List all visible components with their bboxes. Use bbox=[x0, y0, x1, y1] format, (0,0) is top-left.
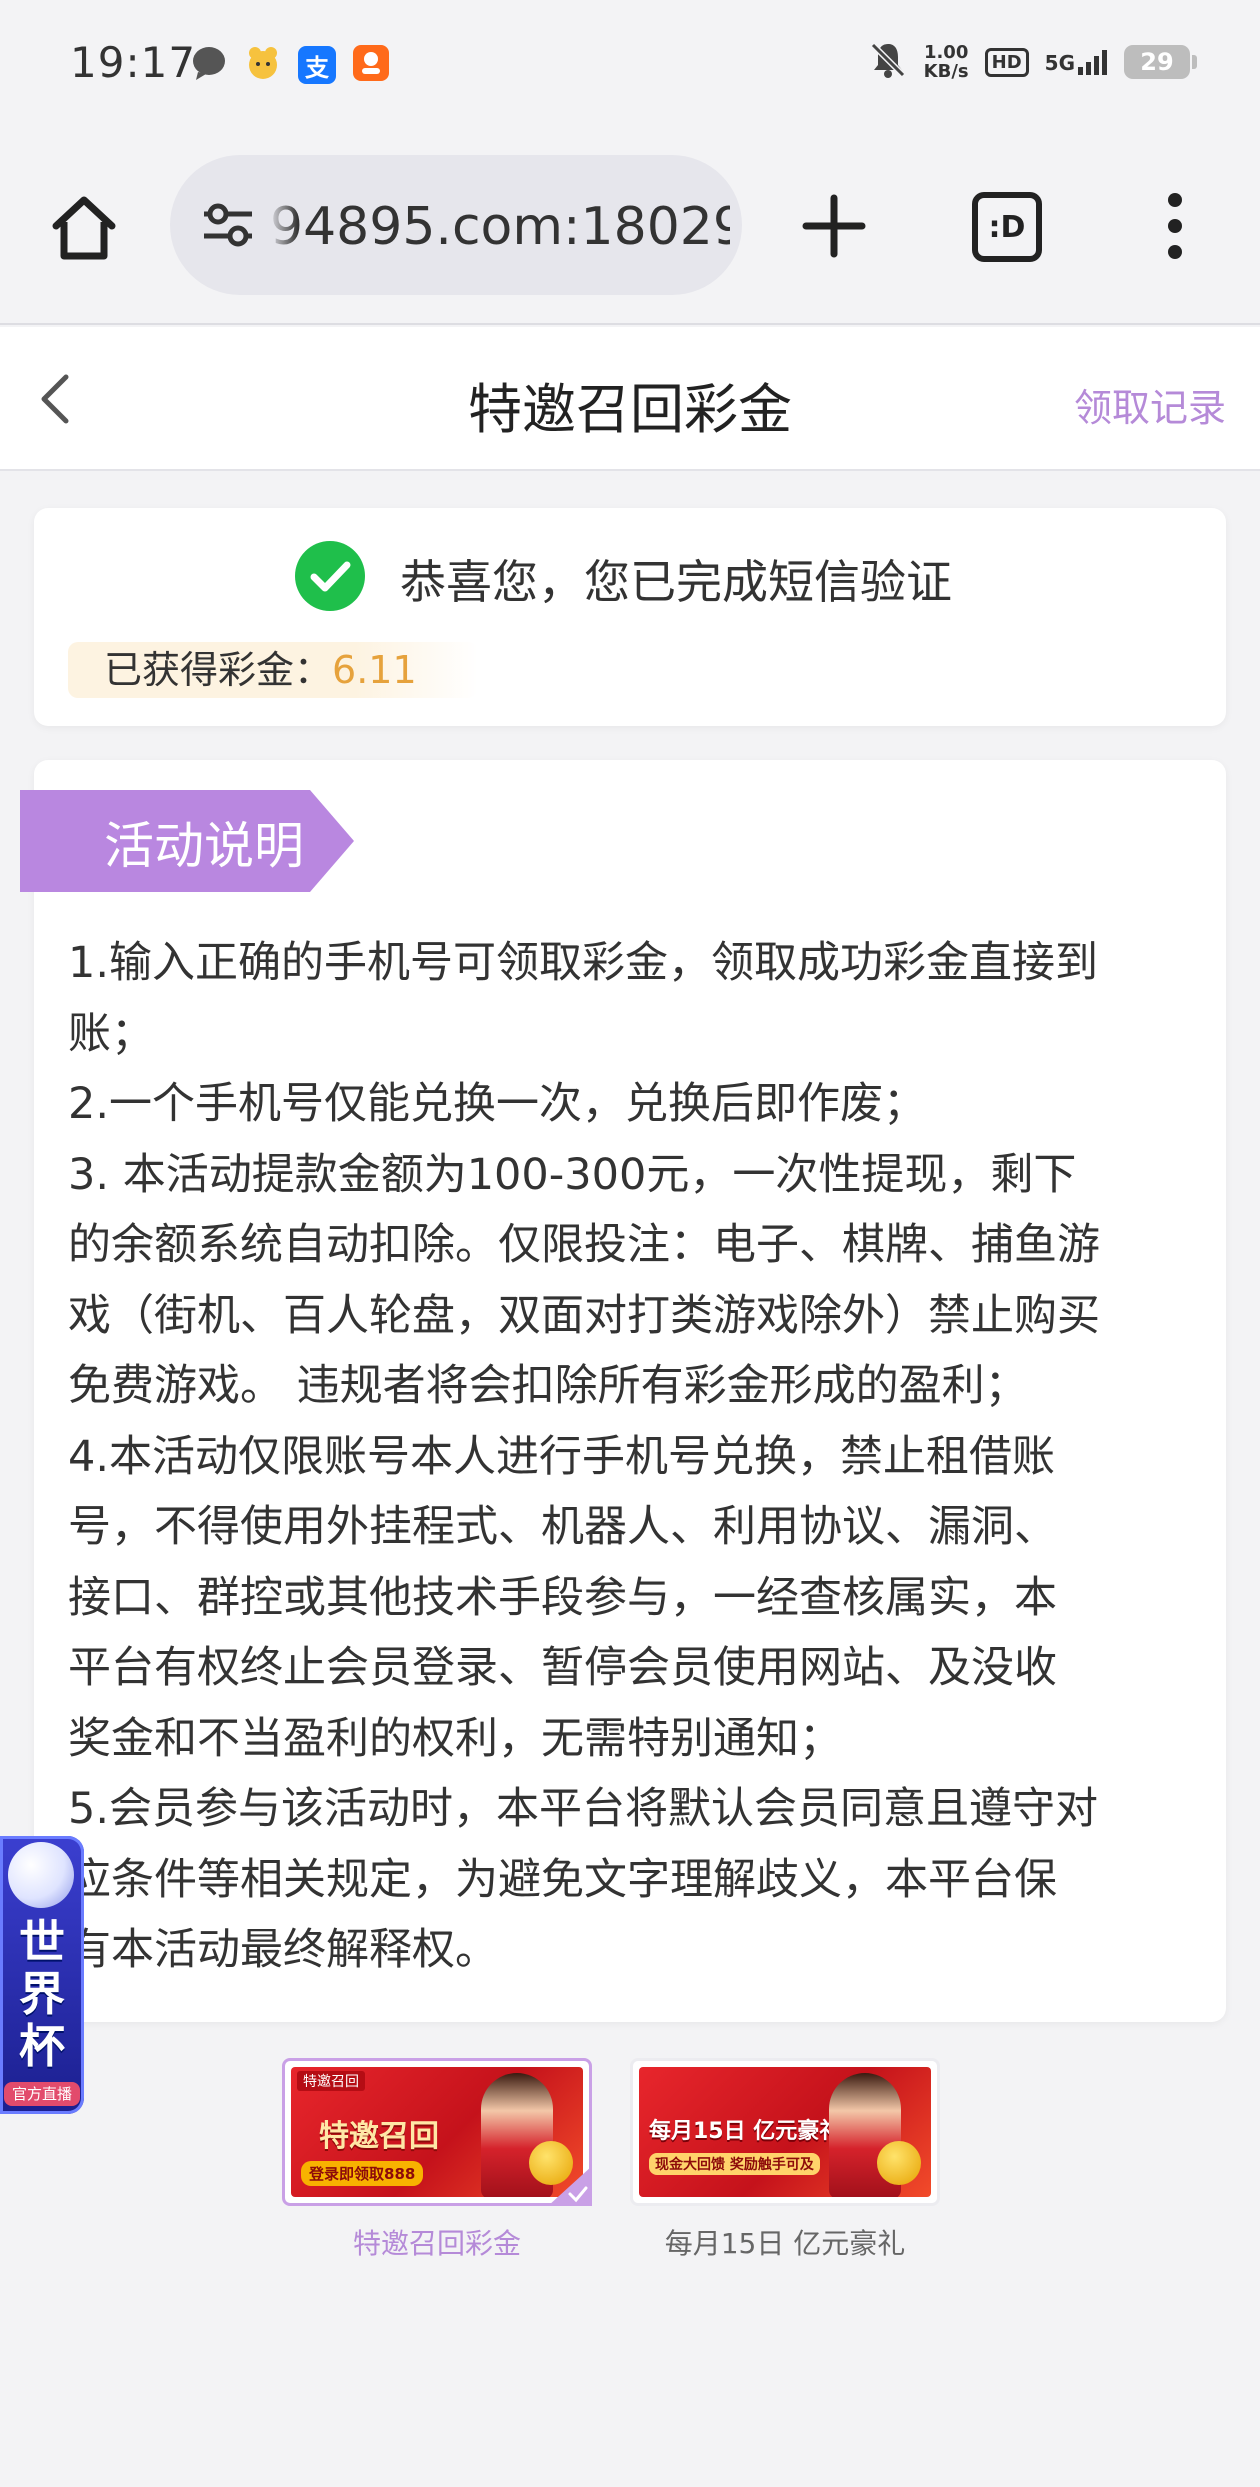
browser-menu-button[interactable] bbox=[1160, 190, 1190, 262]
message-icon bbox=[190, 44, 228, 86]
status-time: 19:17 bbox=[70, 38, 197, 87]
activity-rules: 1.输入正确的手机号可领取彩金，领取成功彩金直接到 账； 2.一个手机号仅能兑换… bbox=[68, 928, 1218, 1986]
hd-badge: HD bbox=[984, 47, 1029, 77]
banner-caption: 特邀召回彩金 bbox=[352, 2227, 521, 2260]
rule-line: 接口、群控或其他技术手段参与，一经查核属实，本 bbox=[68, 1572, 1057, 1623]
rule-line: 账； bbox=[68, 1008, 154, 1059]
banner-caption: 每月15日 亿元豪礼 bbox=[664, 2227, 906, 2260]
url-text[interactable]: 94895.com:18029 bbox=[270, 197, 730, 257]
alipay-icon: 支 bbox=[298, 46, 336, 84]
selected-check-icon bbox=[548, 2166, 592, 2206]
rule-line: 2.一个手机号仅能兑换一次，兑换后即作废； bbox=[68, 1079, 927, 1129]
net-speed-unit: KB/s bbox=[923, 61, 969, 82]
claim-records-link[interactable]: 领取记录 bbox=[1074, 377, 1226, 432]
plus-icon bbox=[802, 194, 866, 258]
rule-line: 的余额系统自动扣除。仅限投注：电子、棋牌、捕鱼游 bbox=[68, 1220, 1100, 1270]
rule-line: 号，不得使用外挂程式、机器人、利用协议、漏洞、 bbox=[68, 1502, 1057, 1552]
activity-tag-label: 活动说明 bbox=[104, 817, 304, 875]
banner-frame: 每月15日 亿元豪礼 现金大回馈 奖励触手可及 bbox=[630, 2058, 940, 2206]
bear-app-icon bbox=[244, 44, 282, 86]
rule-line: 4.本活动仅限账号本人进行手机号兑换，禁止租借账 bbox=[68, 1431, 1056, 1482]
rule-line: 应条件等相关规定，为避免文字理解歧义，本平台保 bbox=[68, 1854, 1057, 1905]
rule-line: 有本活动最终解释权。 bbox=[68, 1925, 498, 1975]
activity-description-card: 活动说明 1.输入正确的手机号可领取彩金，领取成功彩金直接到 账； 2.一个手机… bbox=[20, 760, 1226, 2022]
banner-monthly-gift[interactable]: 每月15日 亿元豪礼 现金大回馈 奖励触手可及 每月15日 亿元豪礼 bbox=[630, 2058, 940, 2262]
bonus-label: 已获得彩金： bbox=[104, 648, 333, 692]
world-cup-float-button[interactable]: 世界杯 官方直播 bbox=[0, 1836, 84, 2114]
soccer-ball-icon bbox=[8, 1842, 74, 1908]
mute-icon bbox=[868, 40, 908, 84]
rule-line: 戏（街机、百人轮盘，双面对打类游戏除外）禁止购买 bbox=[68, 1290, 1100, 1341]
bonus-value: 6.11 bbox=[332, 648, 417, 692]
more-vertical-icon bbox=[1168, 193, 1182, 259]
new-tab-button[interactable] bbox=[800, 192, 868, 260]
banner-title: 每月15日 亿元豪礼 bbox=[649, 2119, 842, 2144]
status-right: 1.00 KB/s HD 5G 29 bbox=[868, 40, 1197, 84]
verification-success-card: 恭喜您，您已完成短信验证 已获得彩金：6.11 bbox=[34, 508, 1226, 726]
browser-toolbar: 94895.com:18029 :D bbox=[0, 130, 1260, 325]
signal-icon: 5G bbox=[1045, 49, 1108, 75]
rule-line: 免费游戏。 违规者将会扣除所有彩金形成的盈利； bbox=[68, 1361, 1028, 1411]
battery-icon: 29 bbox=[1124, 45, 1197, 79]
tab-switcher-glyph: :D bbox=[988, 209, 1026, 245]
tab-switcher-button[interactable]: :D bbox=[972, 192, 1042, 262]
banner-subtitle: 登录即领取888 bbox=[301, 2161, 424, 2186]
banner-subtitle: 现金大回馈 奖励触手可及 bbox=[649, 2153, 820, 2175]
banner-image: 特邀召回 特邀召回 登录即领取888 bbox=[291, 2067, 583, 2197]
alipay-glyph: 支 bbox=[305, 53, 329, 82]
banner-tag: 特邀召回 bbox=[297, 2071, 365, 2091]
battery-level: 29 bbox=[1140, 48, 1174, 76]
bonus-amount-badge: 已获得彩金：6.11 bbox=[68, 642, 478, 698]
home-icon bbox=[52, 196, 116, 260]
rule-line: 平台有权终止会员登录、暂停会员使用网站、及没收 bbox=[68, 1643, 1057, 1693]
site-settings-icon[interactable] bbox=[200, 200, 256, 250]
page-header: 特邀召回彩金 领取记录 bbox=[0, 327, 1260, 471]
rule-line: 3. 本活动提款金额为100-300元，一次性提现，剩下 bbox=[68, 1149, 1077, 1200]
rule-line: 1.输入正确的手机号可领取彩金，领取成功彩金直接到 bbox=[68, 938, 1099, 988]
success-message: 恭喜您，您已完成短信验证 bbox=[400, 555, 952, 609]
url-fade bbox=[268, 155, 298, 295]
banner-recall-bonus[interactable]: 特邀召回 特邀召回 登录即领取888 特邀召回彩金 bbox=[282, 2058, 592, 2262]
banner-title: 特邀召回 bbox=[319, 2119, 439, 2154]
world-cup-subtitle: 官方直播 bbox=[4, 2082, 80, 2106]
signal-label: 5G bbox=[1044, 51, 1075, 75]
coin-icon bbox=[877, 2141, 921, 2185]
banner-frame: 特邀召回 特邀召回 登录即领取888 bbox=[282, 2058, 592, 2206]
check-circle-icon bbox=[294, 540, 366, 612]
banner-image: 每月15日 亿元豪礼 现金大回馈 奖励触手可及 bbox=[639, 2067, 931, 2197]
home-button[interactable] bbox=[48, 192, 120, 264]
net-speed: 1.00 KB/s bbox=[924, 43, 969, 81]
net-speed-value: 1.00 bbox=[923, 42, 969, 63]
status-bar: 19:17 支 1.00 KB/s HD 5G 29 bbox=[0, 0, 1260, 130]
address-bar[interactable]: 94895.com:18029 bbox=[170, 155, 742, 295]
notification-icons: 支 bbox=[190, 44, 390, 86]
page-title: 特邀召回彩金 bbox=[468, 378, 792, 441]
taobao-icon bbox=[352, 44, 390, 86]
world-cup-title: 世界杯 bbox=[19, 1915, 65, 2073]
rule-line: 奖金和不当盈利的权利，无需特别通知； bbox=[68, 1713, 842, 1764]
rule-line: 5.会员参与该活动时，本平台将默认会员同意且遵守对 bbox=[68, 1784, 1099, 1834]
